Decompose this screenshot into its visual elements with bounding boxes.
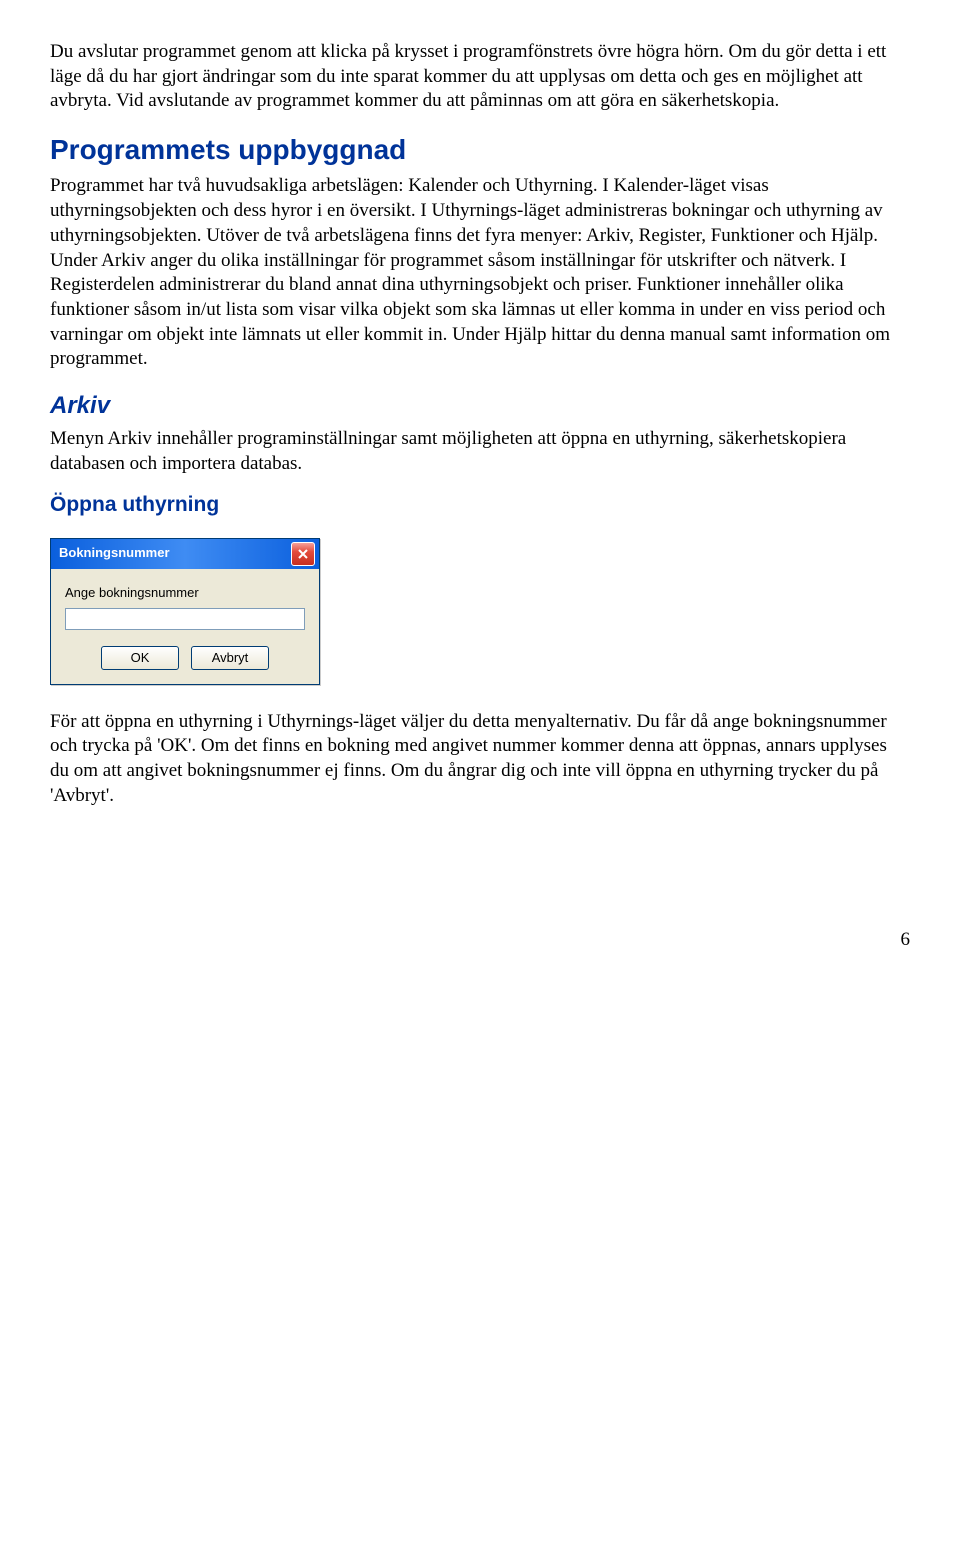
arkiv-paragraph: Menyn Arkiv innehåller programinställnin…: [50, 427, 910, 476]
booking-number-dialog: Bokningsnummer Ange bokningsnummer OK Av…: [50, 538, 320, 685]
heading-arkiv: Arkiv: [50, 390, 910, 421]
page-number: 6: [50, 928, 910, 953]
heading-oppna-uthyrning: Öppna uthyrning: [50, 491, 910, 518]
booking-number-input[interactable]: [65, 608, 305, 630]
intro-paragraph: Du avslutar programmet genom att klicka …: [50, 40, 910, 114]
heading-programmets-uppbyggnad: Programmets uppbyggnad: [50, 132, 910, 168]
x-icon: [298, 549, 308, 559]
dialog-button-row: OK Avbryt: [65, 646, 305, 670]
dialog-titlebar: Bokningsnummer: [51, 539, 319, 569]
cancel-button[interactable]: Avbryt: [191, 646, 269, 670]
ok-button[interactable]: OK: [101, 646, 179, 670]
booking-number-label: Ange bokningsnummer: [65, 585, 305, 602]
programmets-paragraph: Programmet har två huvudsakliga arbetslä…: [50, 174, 910, 372]
dialog-body: Ange bokningsnummer OK Avbryt: [51, 569, 319, 684]
after-dialog-paragraph: För att öppna en uthyrning i Uthyrnings-…: [50, 710, 910, 809]
close-icon[interactable]: [291, 542, 315, 566]
dialog-title: Bokningsnummer: [59, 545, 170, 562]
